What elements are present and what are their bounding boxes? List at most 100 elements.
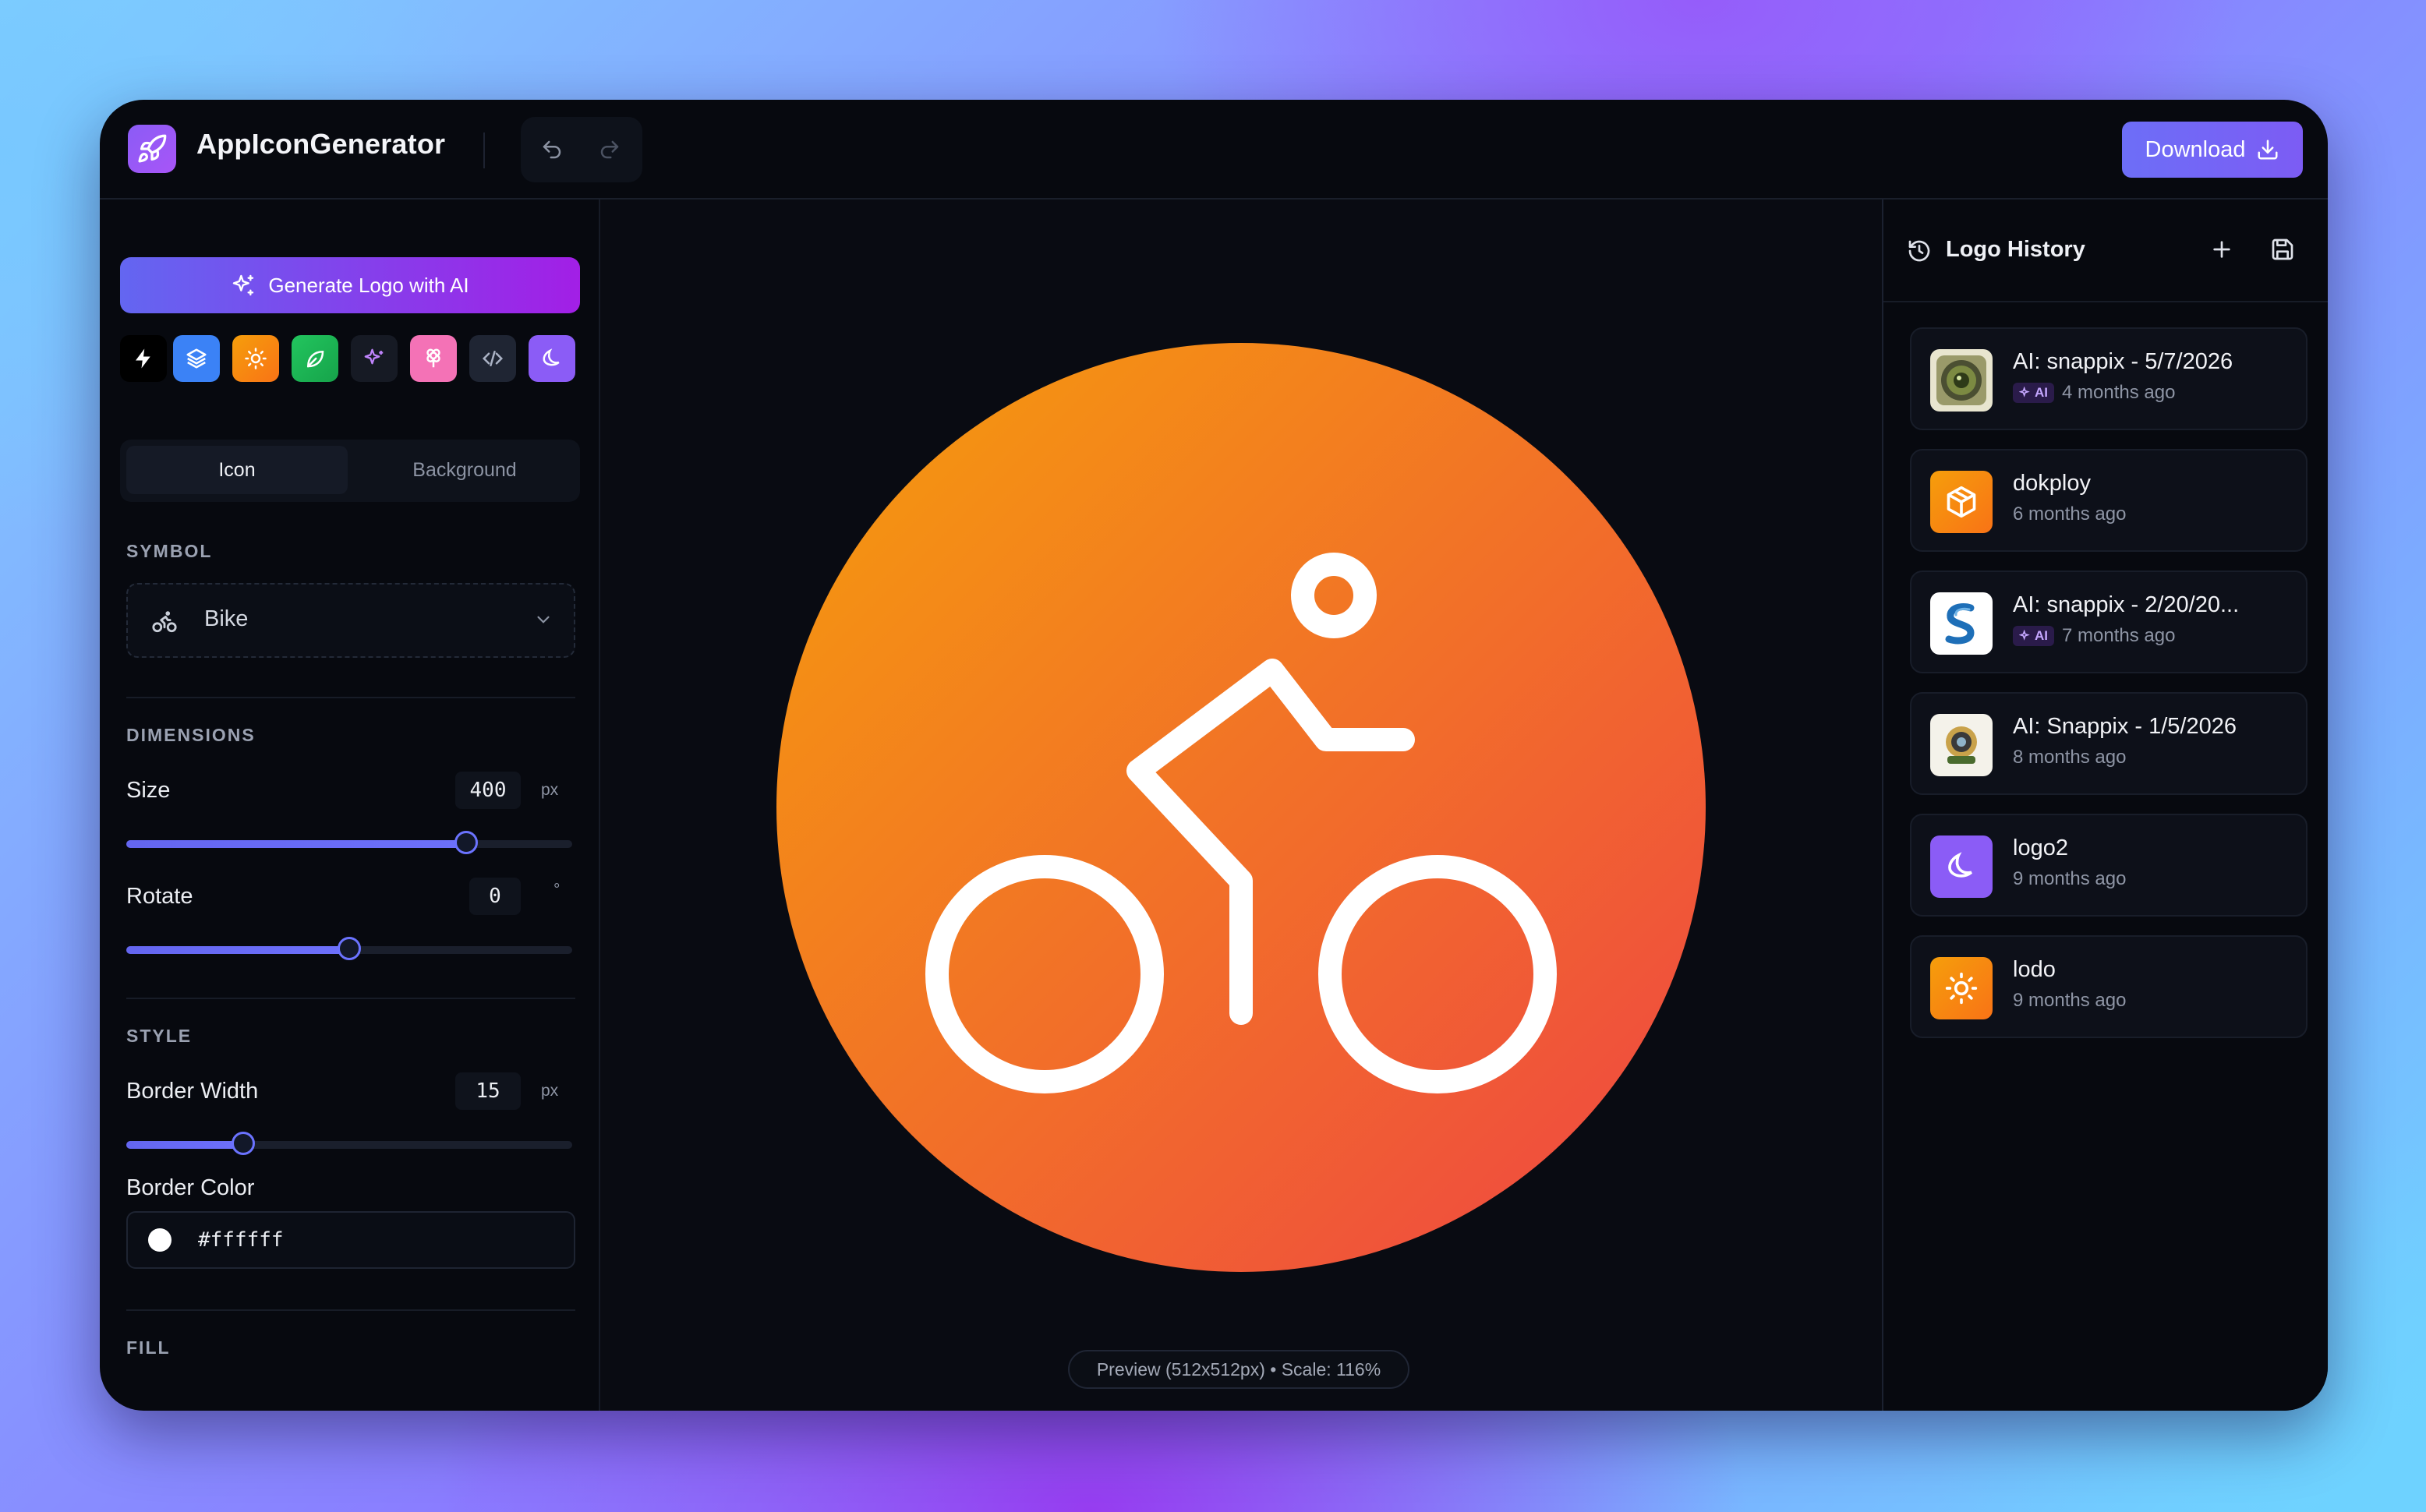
generate-ai-button[interactable]: Generate Logo with AI <box>120 257 580 313</box>
undo-button[interactable] <box>535 132 569 167</box>
preset-sun[interactable] <box>232 335 279 382</box>
save-icon[interactable] <box>2270 237 2295 262</box>
divider <box>126 697 575 698</box>
rotate-slider-fill <box>126 946 349 954</box>
thumbnail-logo2 <box>1930 835 1993 898</box>
sparkles-icon <box>364 348 384 365</box>
symbol-select[interactable]: Bike <box>126 583 575 658</box>
history-item-time: 9 months ago <box>2013 990 2127 1011</box>
rotate-input[interactable]: 0 <box>469 878 521 915</box>
preset-banana[interactable] <box>529 335 575 382</box>
redo-button[interactable] <box>592 132 627 167</box>
download-button[interactable]: Download <box>2122 122 2303 178</box>
history-panel: Logo History AI: snappix - 5/7/2026 AI 4… <box>1882 200 2328 1411</box>
rotate-slider-thumb[interactable] <box>338 937 361 960</box>
size-label: Size <box>126 778 171 803</box>
history-item[interactable]: AI: snappix - 2/20/20... AI 7 months ago <box>1910 571 2308 673</box>
history-icon <box>1908 240 1930 262</box>
preset-layers[interactable] <box>173 335 220 382</box>
symbol-value: Bike <box>204 606 249 631</box>
history-item[interactable]: AI: snappix - 5/7/2026 AI 4 months ago <box>1910 327 2308 430</box>
logo-background-circle <box>776 343 1706 1272</box>
border-color-value: #ffffff <box>198 1228 284 1252</box>
history-item-name: logo2 <box>2013 835 2068 860</box>
fill-section-title: FILL <box>126 1337 171 1358</box>
history-item-name: AI: Snappix - 1/5/2026 <box>2013 714 2237 739</box>
border-color-field[interactable]: #ffffff <box>126 1211 575 1269</box>
rotate-unit: ° <box>553 881 561 899</box>
letter-s-icon <box>1945 603 1975 645</box>
redo-icon <box>600 140 619 159</box>
rotate-slider[interactable] <box>126 937 572 960</box>
border-color-label: Border Color <box>126 1175 255 1200</box>
header-divider <box>483 132 485 168</box>
sun-icon <box>245 348 267 369</box>
download-label: Download <box>2145 136 2246 162</box>
flower-icon <box>426 348 440 368</box>
history-item-meta: AI 4 months ago <box>2013 382 2175 404</box>
preset-code[interactable] <box>469 335 516 382</box>
size-slider-thumb[interactable] <box>454 831 478 854</box>
settings-panel: Generate Logo with AI Icon Background SY… <box>100 200 600 1411</box>
history-title: Logo History <box>1946 237 2085 262</box>
history-item[interactable]: logo2 9 months ago <box>1910 814 2308 917</box>
divider <box>126 1309 575 1311</box>
thumbnail-snappix-camera <box>1930 714 1993 776</box>
border-width-slider-thumb[interactable] <box>232 1132 255 1155</box>
border-width-slider[interactable] <box>126 1132 572 1155</box>
size-slider-fill <box>126 840 466 848</box>
leaf-icon <box>306 350 324 368</box>
banana-icon <box>1948 852 1972 878</box>
history-item-meta: 8 months ago <box>2013 747 2126 768</box>
logo-preview <box>776 343 1706 1272</box>
tab-background[interactable]: Background <box>355 446 574 494</box>
history-header: Logo History <box>1883 200 2328 302</box>
history-item[interactable]: dokploy 6 months ago <box>1910 449 2308 552</box>
history-item[interactable]: AI: Snappix - 1/5/2026 8 months ago <box>1910 692 2308 795</box>
app-window: AppIconGenerator Download Generate Logo … <box>100 100 2328 1411</box>
dimensions-section-title: DIMENSIONS <box>126 725 256 745</box>
border-width-unit: px <box>541 1082 559 1100</box>
preset-sparkles[interactable] <box>351 335 398 382</box>
history-item-meta: AI 7 months ago <box>2013 625 2175 647</box>
history-item-time: 9 months ago <box>2013 868 2127 889</box>
size-slider[interactable] <box>126 831 572 854</box>
style-section-title: STYLE <box>126 1026 193 1046</box>
app-name: AppIconGenerator <box>196 128 446 160</box>
banana-icon <box>543 348 560 366</box>
plus-icon[interactable] <box>2209 237 2234 262</box>
ai-badge-label: AI <box>2035 628 2048 643</box>
thumbnail-lodo <box>1930 957 1993 1019</box>
preview-caption: Preview (512x512px) • Scale: 116% <box>1068 1350 1409 1389</box>
history-item-name: dokploy <box>2013 471 2091 496</box>
border-width-input[interactable]: 15 <box>455 1072 521 1110</box>
sparkles-icon <box>2019 387 2030 397</box>
preset-bolt[interactable] <box>120 335 167 382</box>
camera-icon <box>1946 726 1977 764</box>
border-width-label: Border Width <box>126 1079 259 1104</box>
rocket-icon <box>138 134 167 163</box>
sun-icon <box>1945 972 1978 1005</box>
color-swatch[interactable] <box>148 1228 172 1252</box>
tab-icon[interactable]: Icon <box>126 446 348 494</box>
app-logo[interactable] <box>128 125 176 173</box>
history-item-meta: 9 months ago <box>2013 868 2126 890</box>
undo-icon <box>543 140 561 159</box>
ai-badge: AI <box>2013 383 2054 403</box>
history-item-name: AI: snappix - 5/7/2026 <box>2013 349 2233 374</box>
history-item-name: AI: snappix - 2/20/20... <box>2013 592 2240 617</box>
ai-badge-label: AI <box>2035 385 2048 400</box>
chevron-down-icon <box>537 616 550 624</box>
history-item-time: 7 months ago <box>2062 625 2176 646</box>
thumbnail-snappix-lens <box>1930 349 1993 412</box>
camera-lens-icon <box>1936 355 1986 405</box>
preset-flower[interactable] <box>410 335 457 382</box>
history-controls <box>521 117 642 182</box>
size-unit: px <box>541 781 559 799</box>
history-item[interactable]: lodo 9 months ago <box>1910 935 2308 1038</box>
size-input[interactable]: 400 <box>455 772 521 809</box>
preset-leaf[interactable] <box>292 335 338 382</box>
layers-icon <box>186 348 207 369</box>
top-bar: AppIconGenerator Download <box>100 100 2328 200</box>
history-item-time: 8 months ago <box>2013 747 2127 768</box>
